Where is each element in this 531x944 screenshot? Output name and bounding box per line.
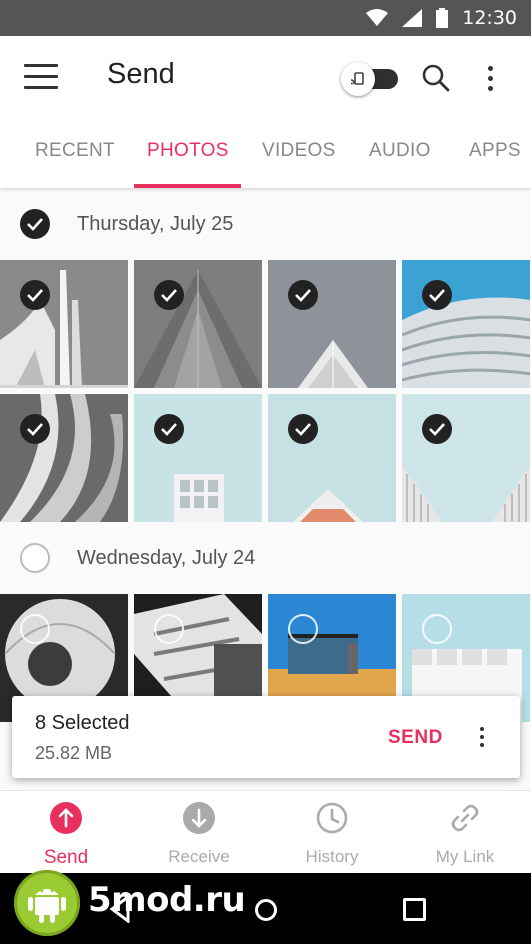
battery-icon: [436, 8, 449, 28]
photo-thumbnail[interactable]: [0, 394, 128, 522]
upload-icon: [50, 802, 82, 834]
photo-checkbox[interactable]: [154, 414, 184, 444]
send-button[interactable]: SEND: [388, 727, 443, 749]
tab-recent[interactable]: RECENT: [35, 140, 115, 162]
date-label: Wednesday, July 24: [77, 547, 256, 569]
date-header: Wednesday, July 24: [0, 522, 531, 594]
app-bar: Send: [0, 36, 531, 120]
more-vert-icon[interactable]: [478, 62, 502, 94]
status-icons: 12:30: [366, 0, 517, 36]
signal-icon: [402, 9, 423, 27]
photo-checkbox[interactable]: [154, 614, 184, 644]
photo-thumbnail[interactable]: [268, 394, 396, 522]
selection-card: 8 Selected 25.82 MB SEND: [12, 696, 520, 778]
tab-audio[interactable]: AUDIO: [369, 140, 431, 162]
link-icon: [451, 804, 479, 832]
system-navigation-bar: [0, 873, 531, 944]
page-title: Send: [107, 58, 175, 90]
photo-checkbox[interactable]: [288, 280, 318, 310]
photo-checkbox[interactable]: [422, 280, 452, 310]
check-icon: [429, 289, 445, 302]
check-icon: [161, 423, 177, 436]
selected-count: 8 Selected: [35, 712, 130, 734]
photo-thumbnail[interactable]: [268, 260, 396, 388]
photo-checkbox[interactable]: [288, 414, 318, 444]
select-all-checkbox[interactable]: [20, 209, 50, 239]
watermark-text: 5mod.ru: [88, 880, 246, 920]
tab-bar: RECENT PHOTOS VIDEOS AUDIO APPS: [0, 120, 531, 188]
tab-apps[interactable]: APPS: [469, 140, 521, 162]
photo-checkbox[interactable]: [20, 414, 50, 444]
tab-photos[interactable]: PHOTOS: [147, 140, 229, 162]
status-time: 12:30: [462, 7, 517, 29]
photo-thumbnail[interactable]: [0, 260, 128, 388]
nav-label: Receive: [168, 847, 230, 866]
nav-history[interactable]: History: [266, 791, 398, 874]
menu-icon[interactable]: [24, 64, 58, 90]
nav-label: My Link: [435, 847, 495, 866]
status-bar: 12:30: [0, 0, 531, 36]
photo-checkbox[interactable]: [20, 614, 50, 644]
selection-more-icon[interactable]: [472, 722, 492, 752]
recents-icon[interactable]: [403, 898, 426, 921]
nav-label: History: [305, 847, 359, 866]
selected-size: 25.82 MB: [35, 743, 113, 763]
photo-checkbox[interactable]: [154, 280, 184, 310]
check-icon: [27, 289, 43, 302]
check-icon: [27, 423, 43, 436]
cast-toggle-icon: [350, 72, 364, 85]
select-all-checkbox[interactable]: [20, 543, 50, 573]
bottom-navigation: Send Receive History My Link: [0, 790, 531, 873]
check-icon: [295, 289, 311, 302]
date-header: Thursday, July 25: [0, 188, 531, 260]
photo-thumbnail[interactable]: [134, 394, 262, 522]
download-icon: [183, 802, 215, 834]
android-logo: [14, 870, 80, 936]
photo-checkbox[interactable]: [288, 614, 318, 644]
check-icon: [161, 289, 177, 302]
photo-thumbnail[interactable]: [402, 394, 530, 522]
date-label: Thursday, July 25: [77, 213, 234, 235]
tab-videos[interactable]: VIDEOS: [262, 140, 336, 162]
photo-checkbox[interactable]: [422, 414, 452, 444]
android-icon: [28, 889, 66, 923]
check-icon: [429, 423, 445, 436]
clock-icon: [316, 802, 348, 834]
nav-label: Send: [43, 847, 89, 868]
check-icon: [27, 218, 43, 231]
check-icon: [295, 423, 311, 436]
search-icon[interactable]: [420, 62, 452, 94]
tab-indicator: [134, 184, 241, 188]
nav-receive[interactable]: Receive: [133, 791, 265, 874]
home-icon[interactable]: [255, 899, 277, 921]
photo-checkbox[interactable]: [20, 280, 50, 310]
photo-checkbox[interactable]: [422, 614, 452, 644]
wifi-icon: [366, 9, 389, 26]
toggle-knob: [341, 62, 375, 96]
nav-send[interactable]: Send: [0, 791, 132, 874]
nav-my-link[interactable]: My Link: [399, 791, 531, 874]
photo-thumbnail[interactable]: [134, 260, 262, 388]
cast-toggle[interactable]: [341, 62, 399, 96]
photo-thumbnail[interactable]: [402, 260, 530, 388]
